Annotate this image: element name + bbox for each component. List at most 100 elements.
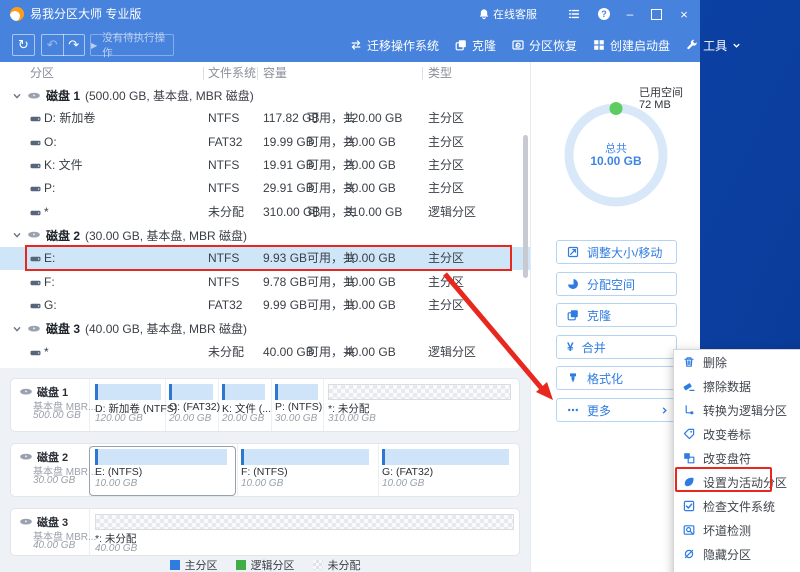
partition-bar[interactable]: [382, 449, 509, 465]
menu-item-convert-logical[interactable]: 转换为逻辑分区: [674, 398, 800, 422]
menu-item-volume-label[interactable]: 改变卷标: [674, 422, 800, 446]
maximize-button[interactable]: [646, 0, 666, 28]
toolbar-item-boot-disk[interactable]: 创建启动盘: [593, 37, 670, 54]
partition-icon: [30, 183, 41, 195]
primary-swatch-icon: [169, 559, 180, 570]
toolbar-item-label: 克隆: [472, 38, 497, 53]
partition-bar-size: 310.00 GB: [328, 413, 376, 424]
help-icon[interactable]: ?: [594, 0, 614, 28]
legend-logical-label: 逻辑分区: [250, 559, 295, 572]
menu-item-hide-partition[interactable]: 隐藏分区: [674, 542, 800, 566]
cell-separator: [237, 444, 238, 496]
partition-name: K: 文件: [44, 157, 83, 172]
action-button-resize[interactable]: 调整大小/移动: [556, 240, 677, 264]
boot-disk-icon: [593, 39, 605, 51]
used-space-dot-icon: [609, 102, 623, 115]
partition-row[interactable]: O: FAT32 19.99 GB 可用，共 20.00 GB 主分区: [0, 131, 530, 154]
cell-separator: [378, 444, 379, 496]
filesystem-value: NTFS: [208, 251, 240, 266]
bell-icon: [478, 8, 490, 20]
partition-row[interactable]: P: NTFS 29.91 GB 可用，共 30.00 GB 主分区: [0, 177, 530, 200]
disk-row[interactable]: 磁盘 2 (30.00 GB, 基本盘, MBR 磁盘): [0, 224, 530, 247]
partition-bar[interactable]: [95, 514, 514, 530]
toolbar-item-partition-recovery[interactable]: 分区恢复: [512, 37, 577, 54]
partition-bar[interactable]: [275, 384, 318, 400]
type-value: 主分区: [428, 157, 465, 172]
online-support-button[interactable]: 在线客服: [478, 0, 537, 28]
partition-bar[interactable]: [222, 384, 265, 400]
partition-name: F:: [44, 274, 55, 289]
undo-button[interactable]: ↶: [42, 34, 63, 56]
erase-icon: [683, 380, 695, 392]
toolbar-item-migrate-os[interactable]: 迁移操作系统: [350, 37, 439, 54]
partition-row[interactable]: G: FAT32 9.99 GB 可用，共 10.00 GB 主分区: [0, 294, 530, 317]
disk-row[interactable]: 磁盘 3 (40.00 GB, 基本盘, MBR 磁盘): [0, 317, 530, 340]
menu-item-label: 转换为逻辑分区: [703, 403, 788, 418]
partition-name: D: 新加卷: [44, 111, 96, 126]
partition-bar[interactable]: [95, 384, 161, 400]
action-button-more[interactable]: 更多: [556, 398, 677, 422]
toolbar-item-tools[interactable]: 工具: [686, 37, 741, 54]
action-button-label: 合并: [581, 340, 606, 355]
action-button-format[interactable]: 格式化: [556, 366, 677, 390]
scrollbar-thumb[interactable]: [523, 135, 528, 278]
type-value: 主分区: [428, 297, 465, 312]
partition-name: G:: [44, 297, 57, 312]
capacity-free: 9.78 GB: [263, 274, 308, 289]
action-button-clone[interactable]: 克隆: [556, 303, 677, 327]
action-button-allocate[interactable]: 分配空间: [556, 272, 677, 296]
partition-row[interactable]: * 未分配 40.00 GB 可用，共 40.00 GB 逻辑分区: [0, 341, 530, 364]
menu-item-check-fs[interactable]: 检查文件系统: [674, 494, 800, 518]
online-support-label: 在线客服: [493, 9, 537, 21]
refresh-button[interactable]: ↻: [12, 34, 35, 56]
expander-chevron-icon[interactable]: [12, 324, 22, 334]
disk-icon: [27, 90, 41, 102]
list-icon[interactable]: [564, 0, 584, 28]
menu-item-label: 设置为活动分区: [703, 475, 788, 490]
pending-operations-button[interactable]: ▶ 没有待执行操作: [90, 32, 174, 59]
legend-unallocated-label: 未分配: [327, 559, 361, 572]
partition-row[interactable]: F: NTFS 9.78 GB 可用，共 10.00 GB 主分区: [0, 271, 530, 294]
expander-chevron-icon[interactable]: [12, 230, 22, 240]
partition-bar[interactable]: [328, 384, 511, 400]
menu-item-label: 检查文件系统: [703, 499, 776, 514]
set-active-icon: [683, 476, 695, 488]
menu-item-delete[interactable]: 删除: [674, 350, 800, 374]
partition-row[interactable]: K: 文件 NTFS 19.91 GB 可用，共 20.00 GB 主分区: [0, 154, 530, 177]
partition-icon: [30, 207, 41, 219]
expander-chevron-icon[interactable]: [12, 91, 22, 101]
toolbar-item-clone[interactable]: 克隆: [455, 37, 496, 54]
capacity-total: 20.00 GB: [345, 134, 396, 149]
action-button-merge[interactable]: ¥ 合并: [556, 335, 677, 359]
partition-bar[interactable]: [169, 384, 213, 400]
menu-item-set-active[interactable]: 设置为活动分区: [674, 470, 800, 494]
partition-icon: [30, 300, 41, 312]
used-space-value: 72 MB: [639, 99, 671, 111]
partition-row[interactable]: D: 新加卷 NTFS 117.82 GB 可用，共 120.00 GB 主分区: [0, 107, 530, 130]
action-button-label: 格式化: [587, 371, 624, 386]
pending-operations-label: 没有待执行操作: [102, 32, 166, 59]
partition-bar[interactable]: [241, 449, 369, 465]
clone-icon: [455, 39, 467, 51]
filesystem-value: 未分配: [208, 344, 245, 359]
volume-label-icon: [683, 428, 695, 440]
partition-bar-size: 10.00 GB: [382, 478, 425, 489]
menu-item-erase[interactable]: 擦除数据: [674, 374, 800, 398]
partition-row[interactable]: * 未分配 310.00 GB 可用，共 310.00 GB 逻辑分区: [0, 201, 530, 224]
redo-button[interactable]: ↷: [62, 34, 85, 56]
partition-bar-label: O: (FAT32): [169, 401, 221, 413]
filesystem-value: NTFS: [208, 181, 240, 196]
logical-swatch-icon: [235, 559, 246, 570]
partition-icon: [30, 347, 41, 359]
type-value: 逻辑分区: [428, 204, 477, 219]
menu-item-bad-sector[interactable]: 坏道检测: [674, 518, 800, 542]
disk-row[interactable]: 磁盘 1 (500.00 GB, 基本盘, MBR 磁盘): [0, 84, 530, 107]
disk-card-label: 磁盘 2 基本盘 MBR... 30.00 GB: [11, 444, 96, 496]
close-button[interactable]: ×: [674, 0, 694, 28]
resize-icon: [567, 246, 579, 258]
partition-row[interactable]: E: NTFS 9.93 GB 可用，共 10.00 GB 主分区: [0, 247, 530, 271]
maximize-glyph: [650, 8, 662, 20]
menu-item-partial[interactable]: [674, 566, 800, 572]
menu-item-drive-letter[interactable]: 改变盘符: [674, 446, 800, 470]
minimize-button[interactable]: –: [620, 0, 640, 28]
